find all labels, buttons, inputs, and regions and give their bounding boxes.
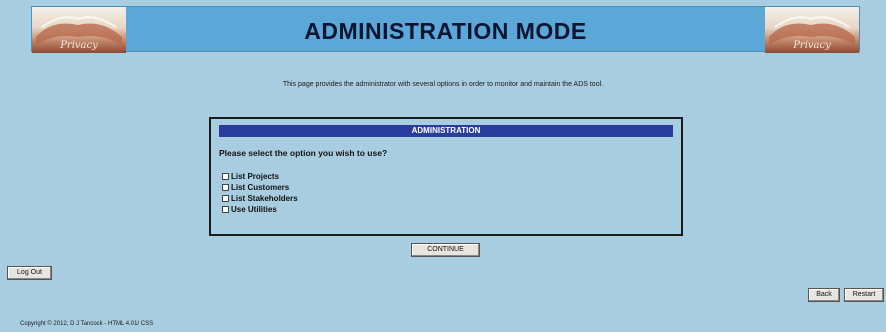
back-button[interactable]: Back — [808, 288, 840, 302]
privacy-logo-right: Privacy — [765, 7, 859, 53]
option-list-customers[interactable]: List Customers — [222, 182, 298, 193]
option-use-utilities[interactable]: Use Utilities — [222, 204, 298, 215]
checkbox[interactable] — [222, 206, 229, 213]
option-list: List Projects List Customers List Stakeh… — [222, 171, 298, 215]
option-list-stakeholders[interactable]: List Stakeholders — [222, 193, 298, 204]
option-label: List Stakeholders — [231, 194, 298, 203]
administration-panel: ADMINISTRATION Please select the option … — [209, 117, 683, 236]
option-label: List Projects — [231, 172, 280, 181]
header-banner: Privacy ADMINISTRATION MODE Privacy — [31, 6, 860, 53]
administration-header: ADMINISTRATION — [219, 125, 673, 137]
option-list-projects[interactable]: List Projects — [222, 171, 298, 182]
restart-button[interactable]: Restart — [844, 288, 884, 302]
option-prompt: Please select the option you wish to use… — [219, 148, 388, 158]
checkbox[interactable] — [222, 195, 229, 202]
option-label: List Customers — [231, 183, 290, 192]
page-title: ADMINISTRATION MODE — [304, 18, 587, 44]
checkbox[interactable] — [222, 173, 229, 180]
option-label: Use Utilities — [231, 205, 277, 214]
intro-text: This page provides the administrator wit… — [282, 81, 604, 88]
privacy-logo-text: Privacy — [793, 40, 831, 51]
copyright-text: Copyright © 2012, D J Tancock - HTML 4.0… — [20, 321, 154, 327]
continue-button[interactable]: CONTINUE — [411, 243, 480, 257]
log-out-button[interactable]: Log Out — [7, 266, 52, 280]
checkbox[interactable] — [222, 184, 229, 191]
